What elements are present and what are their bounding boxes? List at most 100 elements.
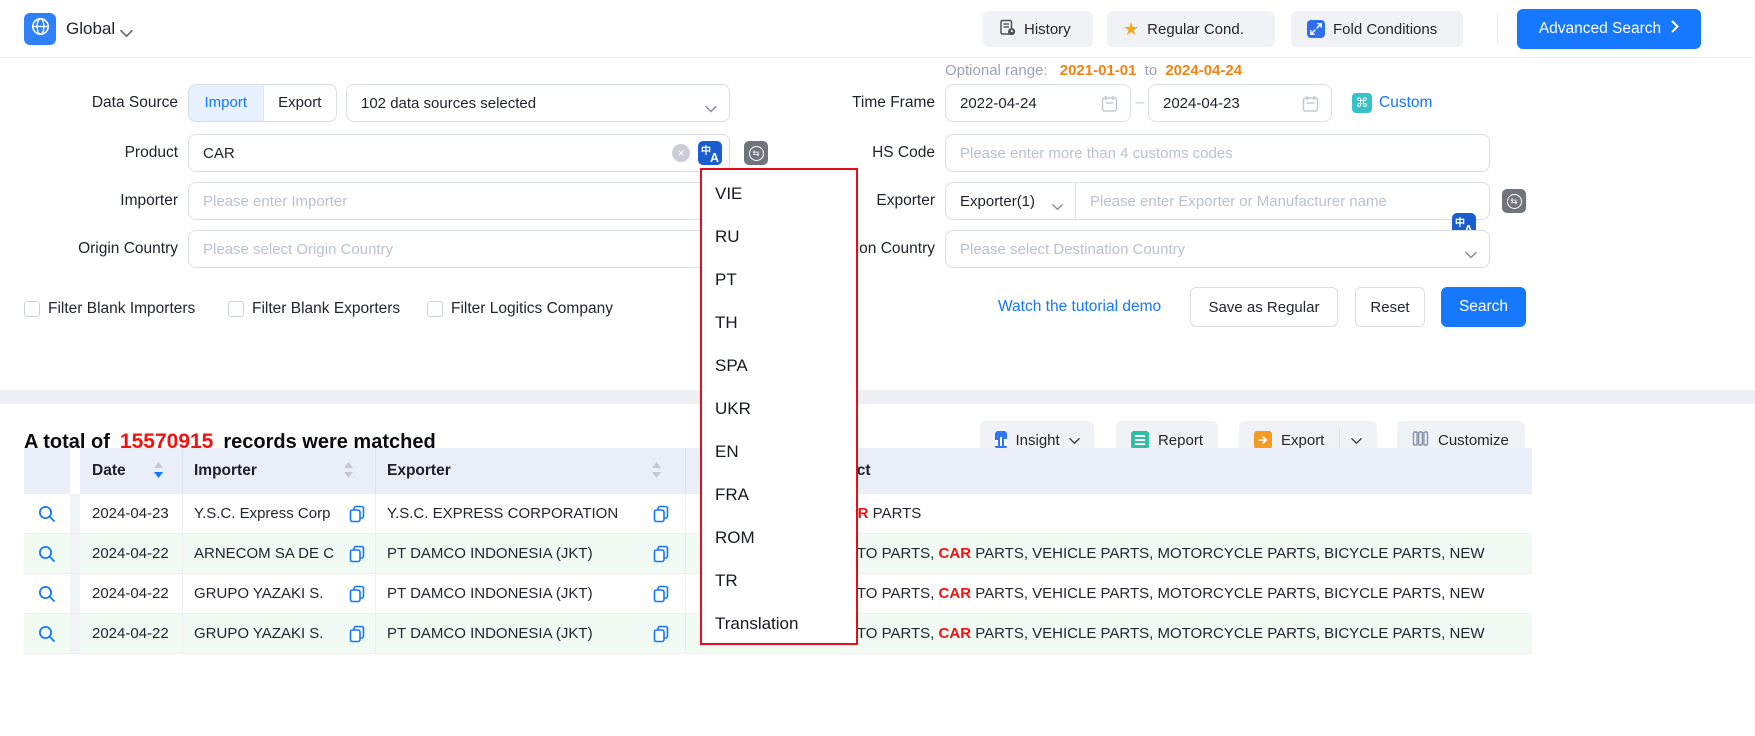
importer-input[interactable]: Please enter Importer bbox=[188, 182, 730, 220]
language-option-ru[interactable]: RU bbox=[702, 215, 856, 258]
chevron-down-icon bbox=[1351, 432, 1362, 449]
region-label: Global bbox=[66, 19, 115, 38]
language-option-th[interactable]: TH bbox=[702, 301, 856, 344]
tutorial-link[interactable]: Watch the tutorial demo bbox=[998, 287, 1161, 327]
hs-code-input[interactable]: Please enter more than 4 customs codes bbox=[945, 134, 1490, 172]
product-input[interactable]: CAR bbox=[188, 134, 730, 172]
language-option-spa[interactable]: SPA bbox=[702, 344, 856, 387]
copy-icon[interactable] bbox=[348, 505, 366, 527]
fold-conditions-button[interactable]: Fold Conditions bbox=[1291, 11, 1463, 47]
data-sources-value: 102 data sources selected bbox=[361, 95, 536, 112]
calendar-icon bbox=[1302, 95, 1319, 117]
sort-importer[interactable] bbox=[344, 462, 353, 478]
importer-cell: GRUPO YAZAKI S. bbox=[194, 574, 323, 614]
reset-button[interactable]: Reset bbox=[1355, 287, 1425, 327]
insight-label: Insight bbox=[1016, 432, 1060, 449]
advanced-search-label: Advanced Search bbox=[1539, 20, 1661, 38]
star-icon: ★ bbox=[1123, 20, 1139, 38]
language-option-ukr[interactable]: UKR bbox=[702, 387, 856, 430]
swap-arrows: ⇆ bbox=[1507, 194, 1522, 209]
checkbox-filter-logitics-company[interactable] bbox=[427, 301, 443, 317]
language-option-vie[interactable]: VIE bbox=[702, 172, 856, 215]
section-divider bbox=[0, 390, 1755, 404]
row-search-icon[interactable] bbox=[37, 504, 57, 528]
copy-icon[interactable] bbox=[652, 625, 670, 647]
exporter-cell: Y.S.C. EXPRESS CORPORATION bbox=[387, 494, 618, 534]
language-option-rom[interactable]: ROM bbox=[702, 516, 856, 559]
optional-range-end: 2024-04-24 bbox=[1165, 62, 1242, 79]
data-source-toggle: Import Export bbox=[188, 84, 337, 122]
end-date-value: 2024-04-23 bbox=[1163, 95, 1240, 112]
filter-logitics-company-label: Filter Logitics Company bbox=[451, 292, 613, 326]
exporter-input[interactable]: Please enter Exporter or Manufacturer na… bbox=[1075, 182, 1490, 220]
chevron-down-icon bbox=[1465, 246, 1477, 263]
copy-icon[interactable] bbox=[652, 585, 670, 607]
date-cell: 2024-04-22 bbox=[92, 614, 169, 654]
origin-country-label: Origin Country bbox=[24, 230, 178, 268]
importer-placeholder: Please enter Importer bbox=[203, 193, 347, 210]
region-selector[interactable]: Global bbox=[66, 0, 115, 58]
copy-icon[interactable] bbox=[348, 625, 366, 647]
language-option-en[interactable]: EN bbox=[702, 430, 856, 473]
copy-icon[interactable] bbox=[652, 545, 670, 567]
sort-exporter[interactable] bbox=[652, 462, 661, 478]
checkbox-filter-blank-importers[interactable] bbox=[24, 301, 40, 317]
checkbox-filter-blank-exporters[interactable] bbox=[228, 301, 244, 317]
chevron-right-icon bbox=[1671, 20, 1679, 38]
highlight-term: CAR bbox=[939, 625, 972, 642]
time-frame-label: Time Frame bbox=[700, 84, 935, 122]
exporter-cell: PT DAMCO INDONESIA (JKT) bbox=[387, 614, 593, 654]
frozen-column-gutter bbox=[70, 448, 80, 494]
row-search-icon[interactable] bbox=[37, 624, 57, 648]
copy-icon[interactable] bbox=[348, 585, 366, 607]
app-logo bbox=[24, 13, 56, 45]
tab-export[interactable]: Export bbox=[263, 85, 337, 121]
header-date: Date bbox=[92, 448, 126, 494]
start-date-value: 2022-04-24 bbox=[960, 95, 1037, 112]
exporter-placeholder: Please enter Exporter or Manufacturer na… bbox=[1090, 193, 1387, 210]
fold-icon bbox=[1307, 20, 1325, 38]
tab-import[interactable]: Import bbox=[189, 85, 263, 121]
language-menu: VIE RU PT TH SPA UKR EN FRA ROM TR Trans… bbox=[700, 168, 858, 645]
translation-option[interactable]: Translation bbox=[702, 602, 856, 645]
importer-label: Importer bbox=[24, 182, 178, 220]
fuzzy-search-icon[interactable]: ⇆ bbox=[1502, 189, 1526, 213]
chevron-down-icon[interactable] bbox=[120, 25, 133, 43]
destination-country-select[interactable]: Please select Destination Country bbox=[945, 230, 1490, 268]
history-icon bbox=[999, 19, 1016, 40]
data-sources-select[interactable]: 102 data sources selected bbox=[346, 84, 730, 122]
advanced-search-button[interactable]: Advanced Search bbox=[1517, 9, 1701, 49]
start-date-input[interactable]: 2022-04-24 bbox=[945, 84, 1131, 122]
exporter-scope-value: Exporter(1) bbox=[960, 193, 1035, 210]
top-bar bbox=[0, 0, 1755, 58]
custom-timeframe-button[interactable]: ⌘ Custom bbox=[1352, 84, 1432, 122]
header-importer: Importer bbox=[194, 448, 257, 494]
row-search-icon[interactable] bbox=[37, 544, 57, 568]
search-button[interactable]: Search bbox=[1441, 287, 1526, 327]
sort-date[interactable] bbox=[154, 462, 163, 478]
highlight-term: CAR bbox=[939, 585, 972, 602]
row-search-icon[interactable] bbox=[37, 584, 57, 608]
optional-range: Optional range: 2021-01-01 to 2024-04-24 bbox=[945, 61, 1242, 81]
language-option-fra[interactable]: FRA bbox=[702, 473, 856, 516]
export-icon bbox=[1254, 431, 1272, 449]
command-icon: ⌘ bbox=[1352, 93, 1372, 113]
regular-cond-button[interactable]: ★ Regular Cond. bbox=[1107, 11, 1275, 47]
history-label: History bbox=[1024, 21, 1071, 38]
optional-range-start: 2021-01-01 bbox=[1060, 62, 1137, 79]
copy-icon[interactable] bbox=[348, 545, 366, 567]
language-option-tr[interactable]: TR bbox=[702, 559, 856, 602]
clear-icon[interactable]: × bbox=[672, 144, 690, 162]
save-as-regular-button[interactable]: Save as Regular bbox=[1190, 287, 1338, 327]
chevron-down-icon bbox=[1069, 432, 1080, 449]
product-cell: AUTO PARTS, CAR PARTS, VEHICLE PARTS, MO… bbox=[836, 534, 1485, 574]
exporter-scope-select[interactable]: Exporter(1) bbox=[945, 182, 1076, 220]
origin-country-placeholder: Please select Origin Country bbox=[203, 241, 393, 258]
date-cell: 2024-04-23 bbox=[92, 494, 169, 534]
language-option-pt[interactable]: PT bbox=[702, 258, 856, 301]
end-date-input[interactable]: 2024-04-23 bbox=[1148, 84, 1332, 122]
origin-country-select[interactable]: Please select Origin Country bbox=[188, 230, 730, 268]
report-label: Report bbox=[1158, 432, 1203, 449]
history-button[interactable]: History bbox=[983, 11, 1093, 47]
copy-icon[interactable] bbox=[652, 505, 670, 527]
